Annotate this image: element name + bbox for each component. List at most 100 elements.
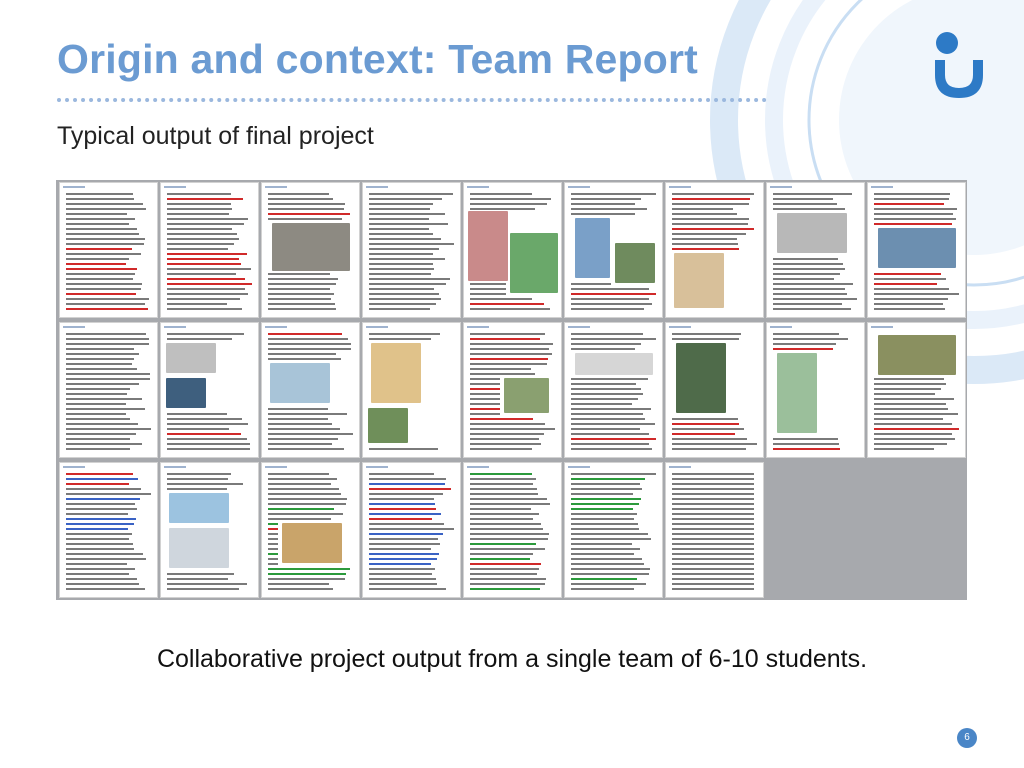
report-page-thumbnail [665, 182, 764, 318]
page-text-line [773, 198, 833, 200]
report-page-thumbnail [160, 322, 259, 458]
page-header-mark [366, 466, 388, 468]
page-text-line [66, 283, 142, 285]
page-text-line [66, 438, 130, 440]
page-text-line [672, 433, 735, 435]
page-text-line [268, 283, 336, 285]
report-page-thumbnail [362, 322, 461, 458]
page-text-line [571, 338, 656, 340]
page-text-line [672, 523, 754, 525]
page-text-line [369, 268, 434, 270]
page-text-line [66, 563, 127, 565]
page-text-line [672, 498, 754, 500]
page-text-line [167, 198, 243, 200]
page-figure [575, 218, 610, 278]
page-text-line [571, 558, 642, 560]
page-figure [777, 353, 817, 433]
page-header-mark [366, 326, 388, 328]
page-text-line [369, 203, 433, 205]
page-text-line [167, 208, 232, 210]
page-text-line [66, 333, 146, 335]
page-text-line [167, 273, 236, 275]
page-text-line [571, 333, 643, 335]
page-figure [270, 363, 330, 403]
page-figure [504, 378, 549, 413]
page-text-line [874, 393, 935, 395]
page-text-line [773, 348, 833, 350]
report-page-thumbnail [261, 462, 360, 598]
page-text-line [571, 433, 649, 435]
page-text-line [571, 403, 632, 405]
report-page-thumbnail [766, 182, 865, 318]
page-text-line [369, 218, 429, 220]
page-text-line [672, 443, 757, 445]
page-text-line [66, 493, 151, 495]
page-header-mark [467, 326, 489, 328]
page-text-line [672, 518, 754, 520]
page-text-line [66, 418, 130, 420]
page-text-line [66, 213, 127, 215]
page-text-line [66, 408, 145, 410]
page-figure [272, 223, 350, 271]
page-text-line [672, 198, 750, 200]
page-text-line [167, 438, 247, 440]
page-figure [674, 253, 724, 308]
page-text-line [268, 568, 350, 570]
page-text-line [369, 248, 439, 250]
page-text-line [268, 433, 353, 435]
page-text-line [470, 523, 541, 525]
page-text-line [773, 273, 840, 275]
page-text-line [268, 423, 332, 425]
page-text-line [571, 398, 638, 400]
page-text-line [167, 243, 234, 245]
page-figure [169, 528, 229, 568]
page-text-line [470, 513, 539, 515]
page-text-line [369, 548, 431, 550]
page-text-line [268, 353, 336, 355]
page-text-line [167, 488, 227, 490]
page-text-line [268, 273, 330, 275]
page-text-line [672, 448, 746, 450]
page-text-line [268, 413, 347, 415]
page-text-line [66, 258, 129, 260]
page-text-line [369, 528, 454, 530]
page-text-line [369, 238, 441, 240]
page-text-line [268, 308, 336, 310]
page-text-line [369, 568, 435, 570]
page-text-line [66, 588, 145, 590]
page-text-line [470, 373, 535, 375]
report-page-thumbnail [261, 182, 360, 318]
page-text-line [66, 483, 129, 485]
page-text-line [66, 433, 136, 435]
page-text-line [268, 288, 330, 290]
page-text-line [268, 583, 329, 585]
page-text-line [571, 518, 634, 520]
page-text-line [672, 513, 754, 515]
page-text-line [874, 448, 934, 450]
page-text-line [672, 583, 754, 585]
page-text-line [66, 573, 129, 575]
page-text-line [571, 528, 639, 530]
page-text-line [773, 203, 837, 205]
page-header-mark [265, 466, 287, 468]
page-text-line [470, 338, 540, 340]
page-text-line [874, 398, 954, 400]
page-header-mark [467, 466, 489, 468]
page-text-line [571, 543, 632, 545]
page-text-line [167, 228, 232, 230]
page-text-line [66, 203, 143, 205]
page-text-line [167, 588, 239, 590]
page-text-line [369, 333, 440, 335]
page-text-line [369, 583, 437, 585]
page-text-line [874, 428, 959, 430]
page-text-line [571, 288, 649, 290]
page-text-line [268, 533, 278, 535]
page-figure [615, 243, 655, 283]
page-text-line [672, 548, 754, 550]
page-text-line [874, 418, 943, 420]
page-text-line [66, 543, 133, 545]
page-text-line [672, 438, 747, 440]
page-text-line [66, 223, 129, 225]
page-text-line [66, 413, 126, 415]
page-text-line [672, 213, 737, 215]
